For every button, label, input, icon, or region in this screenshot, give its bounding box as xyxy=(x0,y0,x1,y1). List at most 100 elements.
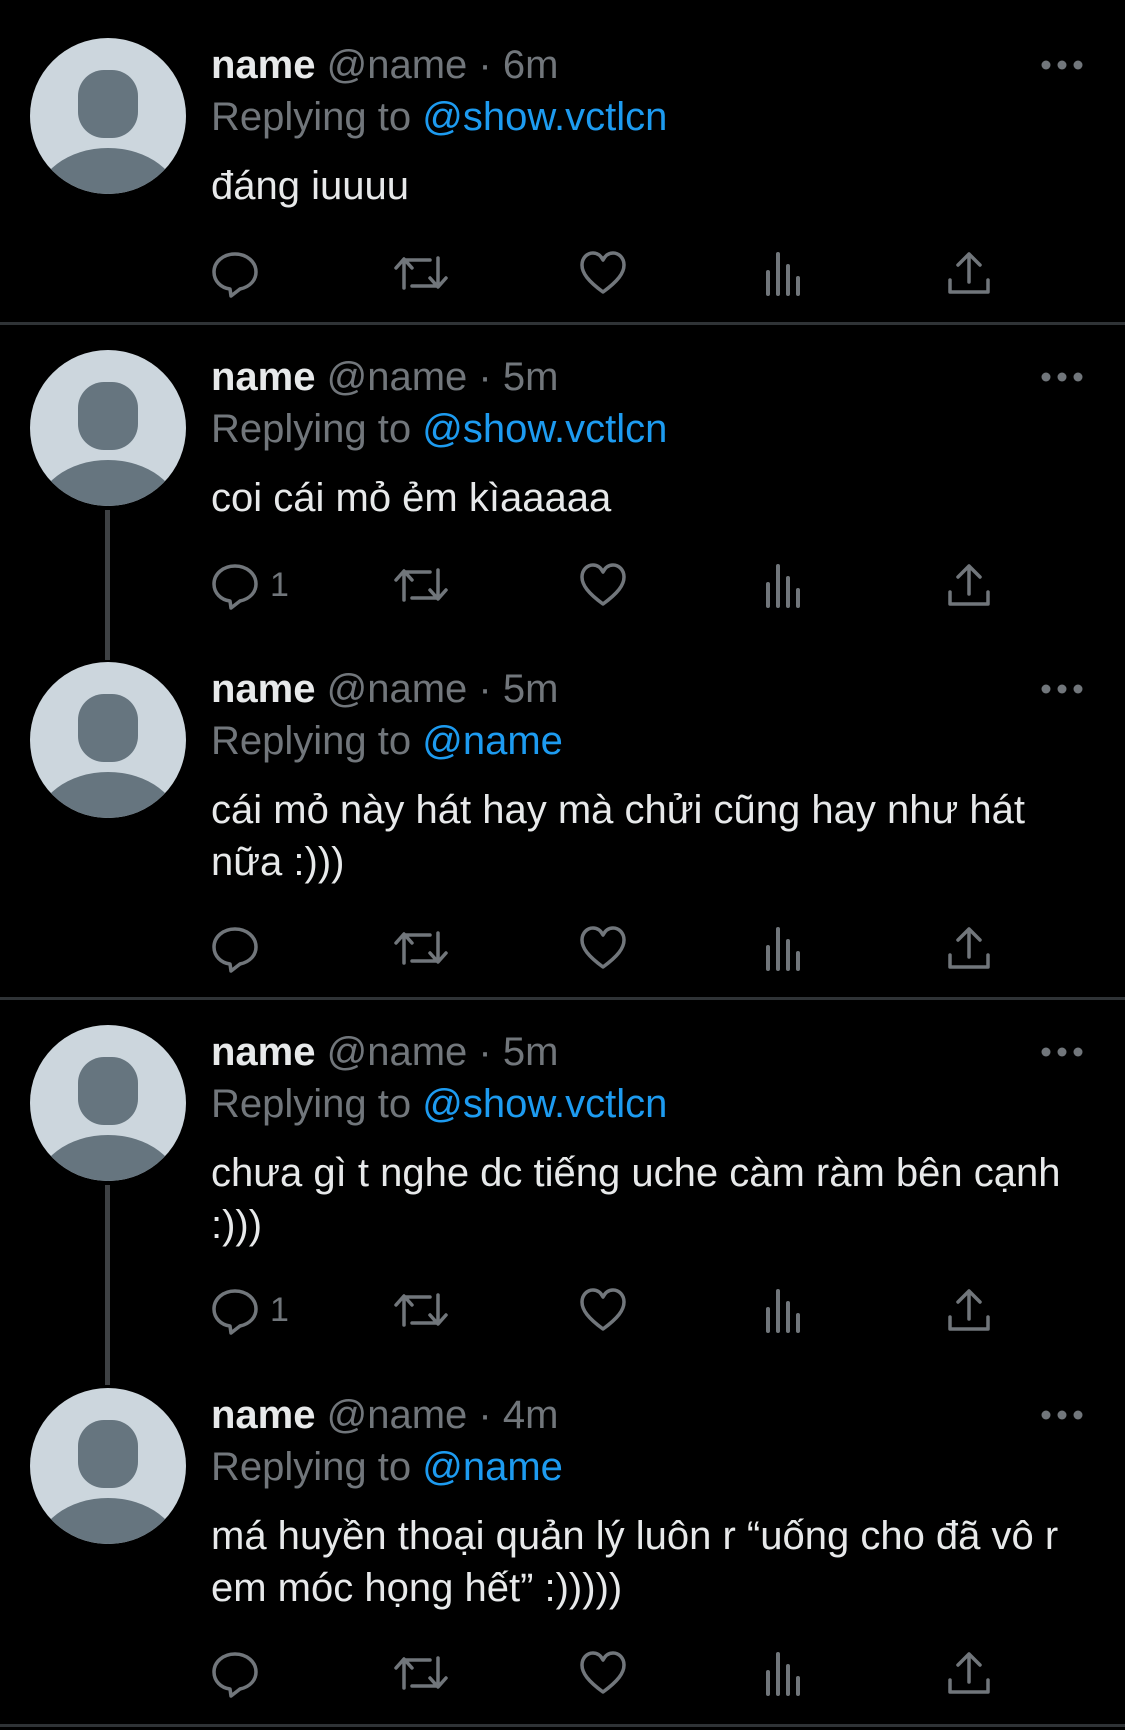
retweet-button[interactable] xyxy=(394,1280,448,1340)
thread-line xyxy=(105,510,110,660)
like-icon xyxy=(580,563,626,606)
views-icon xyxy=(766,927,800,971)
replying-label: Replying to xyxy=(211,719,423,763)
default-avatar-icon xyxy=(36,1057,180,1181)
display-name[interactable]: name xyxy=(211,43,316,87)
views-button[interactable] xyxy=(762,918,806,978)
reply-icon xyxy=(212,252,258,298)
views-icon xyxy=(766,1289,800,1333)
more-icon[interactable] xyxy=(1040,679,1084,699)
avatar[interactable] xyxy=(30,350,186,506)
views-icon xyxy=(766,252,800,296)
default-avatar-icon xyxy=(36,382,180,506)
retweet-button[interactable] xyxy=(394,243,448,303)
reply-icon xyxy=(212,564,258,610)
timestamp[interactable]: 4m xyxy=(503,1393,559,1437)
share-icon xyxy=(948,1289,990,1331)
replying-to: Replying to @name xyxy=(211,1442,563,1492)
like-button[interactable] xyxy=(578,243,628,303)
retweet-icon xyxy=(394,256,448,290)
tweet-header: name @name · 5m xyxy=(211,1027,558,1077)
thread-line xyxy=(105,1185,110,1385)
more-icon[interactable] xyxy=(1040,55,1084,75)
reply-count: 1 xyxy=(270,1290,289,1329)
like-button[interactable] xyxy=(578,918,628,978)
share-button[interactable] xyxy=(944,555,994,615)
default-avatar-icon xyxy=(36,70,180,194)
more-icon[interactable] xyxy=(1040,1042,1084,1062)
share-icon xyxy=(948,1652,990,1694)
views-button[interactable] xyxy=(762,1643,806,1703)
avatar[interactable] xyxy=(30,38,186,194)
share-button[interactable] xyxy=(944,1280,994,1340)
divider xyxy=(0,322,1125,325)
like-button[interactable] xyxy=(578,1643,628,1703)
retweet-button[interactable] xyxy=(394,1643,448,1703)
reply-icon xyxy=(212,927,258,973)
like-icon xyxy=(580,926,626,969)
retweet-icon xyxy=(394,568,448,602)
tweet-header: name @name · 6m xyxy=(211,40,558,90)
views-button[interactable] xyxy=(762,1280,806,1340)
replying-to: Replying to @show.vctlcn xyxy=(211,404,667,454)
like-button[interactable] xyxy=(578,555,628,615)
tweet-text: coi cái mỏ ẻm kìaaaaa xyxy=(211,476,612,520)
timestamp[interactable]: 5m xyxy=(503,667,559,711)
timestamp[interactable]: 5m xyxy=(503,1030,559,1074)
separator-dot: · xyxy=(478,1393,492,1437)
reply-button[interactable]: 1 xyxy=(210,555,289,615)
display-name[interactable]: name xyxy=(211,1393,316,1437)
share-icon xyxy=(948,927,990,969)
views-button[interactable] xyxy=(762,555,806,615)
separator-dot: · xyxy=(478,43,492,87)
username[interactable]: @name xyxy=(327,43,468,87)
reply-button[interactable]: 1 xyxy=(210,1280,289,1340)
like-button[interactable] xyxy=(578,1280,628,1340)
avatar[interactable] xyxy=(30,1025,186,1181)
reply-button[interactable] xyxy=(210,918,270,978)
reply-button[interactable] xyxy=(210,1643,270,1703)
username[interactable]: @name xyxy=(327,667,468,711)
mention-link[interactable]: @show.vctlcn xyxy=(422,95,667,139)
retweet-button[interactable] xyxy=(394,918,448,978)
reply-button[interactable] xyxy=(210,243,270,303)
share-button[interactable] xyxy=(944,243,994,303)
divider xyxy=(0,1724,1125,1727)
views-icon xyxy=(766,564,800,608)
display-name[interactable]: name xyxy=(211,1030,316,1074)
replying-to: Replying to @show.vctlcn xyxy=(211,1079,667,1129)
share-button[interactable] xyxy=(944,1643,994,1703)
display-name[interactable]: name xyxy=(211,355,316,399)
mention-link[interactable]: @show.vctlcn xyxy=(422,1082,667,1126)
timestamp[interactable]: 5m xyxy=(503,355,559,399)
avatar[interactable] xyxy=(30,1388,186,1544)
display-name[interactable]: name xyxy=(211,667,316,711)
username[interactable]: @name xyxy=(327,1393,468,1437)
default-avatar-icon xyxy=(36,694,180,818)
reply-icon xyxy=(212,1652,258,1698)
mention-link[interactable]: @name xyxy=(422,719,563,763)
share-button[interactable] xyxy=(944,918,994,978)
timestamp[interactable]: 6m xyxy=(503,43,559,87)
more-icon[interactable] xyxy=(1040,1405,1084,1425)
views-icon xyxy=(766,1652,800,1696)
replying-to: Replying to @show.vctlcn xyxy=(211,92,667,142)
retweet-button[interactable] xyxy=(394,555,448,615)
share-icon xyxy=(948,252,990,294)
tweet-header: name @name · 5m xyxy=(211,352,558,402)
retweet-icon xyxy=(394,1656,448,1690)
username[interactable]: @name xyxy=(327,1030,468,1074)
mention-link[interactable]: @name xyxy=(422,1445,563,1489)
avatar[interactable] xyxy=(30,662,186,818)
replying-label: Replying to xyxy=(211,1445,423,1489)
more-icon[interactable] xyxy=(1040,367,1084,387)
separator-dot: · xyxy=(478,1030,492,1074)
tweet-header: name @name · 4m xyxy=(211,1390,558,1440)
like-icon xyxy=(580,1288,626,1331)
mention-link[interactable]: @show.vctlcn xyxy=(422,407,667,451)
replying-label: Replying to xyxy=(211,1082,423,1126)
share-icon xyxy=(948,564,990,606)
username[interactable]: @name xyxy=(327,355,468,399)
views-button[interactable] xyxy=(762,243,806,303)
replying-label: Replying to xyxy=(211,407,423,451)
